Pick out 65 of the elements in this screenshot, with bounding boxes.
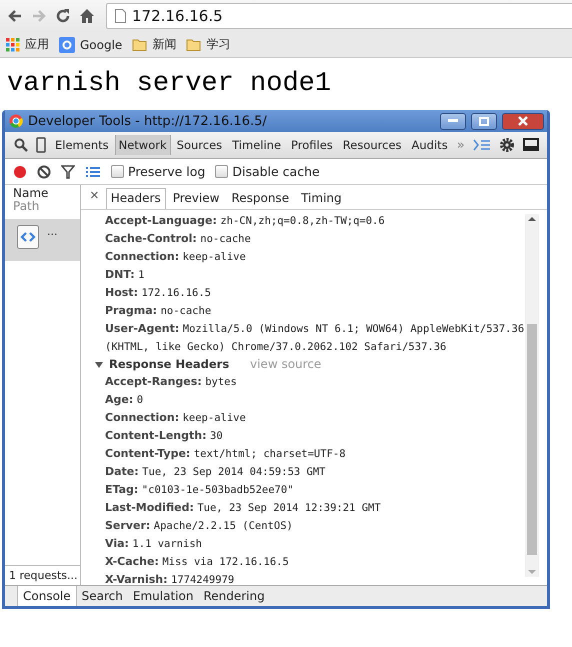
bookmark-link[interactable]: 应用: [6, 36, 49, 53]
header-line: Server: Apache/2.2.15 (CentOS): [104, 518, 294, 534]
header-line: X-Cache: Miss via 172.16.16.5: [104, 554, 290, 570]
header-line: Date: Tue, 23 Sep 2014 04:59:53 GMT: [104, 464, 326, 480]
header-line: Via: 1.1 varnish: [104, 536, 203, 552]
html-file-icon: [17, 225, 39, 249]
detail-tab[interactable]: Headers: [106, 188, 166, 209]
home-icon[interactable]: [78, 7, 96, 25]
apps-grid-icon: [6, 38, 20, 52]
close-button[interactable]: [502, 112, 544, 130]
header-line: User-Agent: Mozilla/5.0 (Windows NT 6.1; WOW64) AppleWebKit/537.36 (KHTML, like Gecko) Chrome/37.0.2062.102 Safari/537.36: [104, 321, 525, 355]
header-line: Cache-Control: no-cache: [104, 231, 252, 247]
bookmark-link[interactable]: 新闻: [132, 36, 176, 53]
header-line: Content-Type: text/html; charset=UTF-8: [104, 446, 347, 462]
filter-icon[interactable]: [61, 164, 75, 178]
panel-tab[interactable]: Network: [114, 135, 171, 155]
header-line: ETag: "c0103-1e-503badb52ee70": [104, 482, 295, 498]
drawer-tab[interactable]: Rendering: [198, 586, 270, 606]
record-icon[interactable]: [13, 164, 27, 178]
panel-tab[interactable]: Sources: [172, 135, 226, 155]
header-line: Last-Modified: Tue, 23 Sep 2014 12:39:21 GMT: [104, 500, 382, 516]
scrollbar[interactable]: [525, 214, 539, 577]
header-line: Connection: keep-alive: [104, 410, 247, 426]
drawer-tab[interactable]: Search: [76, 586, 128, 606]
header-line: Accept-Language: zh-CN,zh;q=0.8,zh-TW;q=0.6: [104, 213, 386, 229]
panel-tab[interactable]: Elements: [51, 135, 113, 155]
drawer-tab[interactable]: Console: [17, 586, 77, 606]
bookmark-link[interactable]: 学习: [186, 36, 230, 53]
header-line: Content-Length: 30: [104, 428, 224, 444]
column-header: Path: [12, 200, 40, 213]
checkbox-option[interactable]: Disable cache: [215, 164, 320, 179]
header-line: Host: 172.16.16.5: [104, 285, 212, 301]
clear-icon[interactable]: [37, 164, 51, 178]
header-line: Connection: keep-alive: [104, 249, 247, 265]
column-header: Name: [12, 185, 50, 200]
checkbox-option[interactable]: Preserve log: [111, 164, 206, 179]
close-icon: [518, 116, 528, 126]
header-line: Pragma: no-cache: [104, 303, 212, 319]
request-row[interactable]: ...: [5, 219, 80, 261]
panel-tab[interactable]: Profiles: [287, 135, 337, 155]
drawer-tab[interactable]: Emulation: [128, 586, 198, 606]
folder-icon: [186, 38, 202, 51]
page-icon: [115, 9, 126, 23]
header-line: Age: 0: [104, 392, 144, 408]
page-heading: varnish server node1: [6, 68, 332, 101]
panel-tab[interactable]: Audits: [408, 135, 452, 155]
maximize-button[interactable]: [471, 112, 497, 130]
expand-triangle-icon[interactable]: [95, 360, 103, 368]
reload-icon[interactable]: [54, 7, 72, 25]
panel-tab[interactable]: Resources: [338, 135, 406, 155]
panel-tab[interactable]: Timeline: [228, 135, 286, 155]
browser-logo-icon: [9, 114, 23, 128]
header-line: X-Varnish: 1774249979: [104, 572, 236, 585]
header-line: Accept-Ranges: bytes: [104, 374, 238, 390]
minimize-icon: [448, 119, 458, 123]
google-icon: [59, 36, 75, 52]
maximize-icon: [479, 116, 489, 126]
bookmark-link[interactable]: Google: [59, 36, 122, 52]
section-title: Response Headers: [109, 356, 230, 373]
header-line: DNT: 1: [104, 267, 146, 283]
window-title: Developer Tools - http://172.16.16.5/: [28, 114, 268, 128]
address-bar[interactable]: 172.16.16.5: [106, 3, 572, 29]
folder-icon: [132, 38, 148, 51]
list-view-icon[interactable]: [85, 166, 101, 178]
minimize-button[interactable]: [440, 112, 466, 130]
